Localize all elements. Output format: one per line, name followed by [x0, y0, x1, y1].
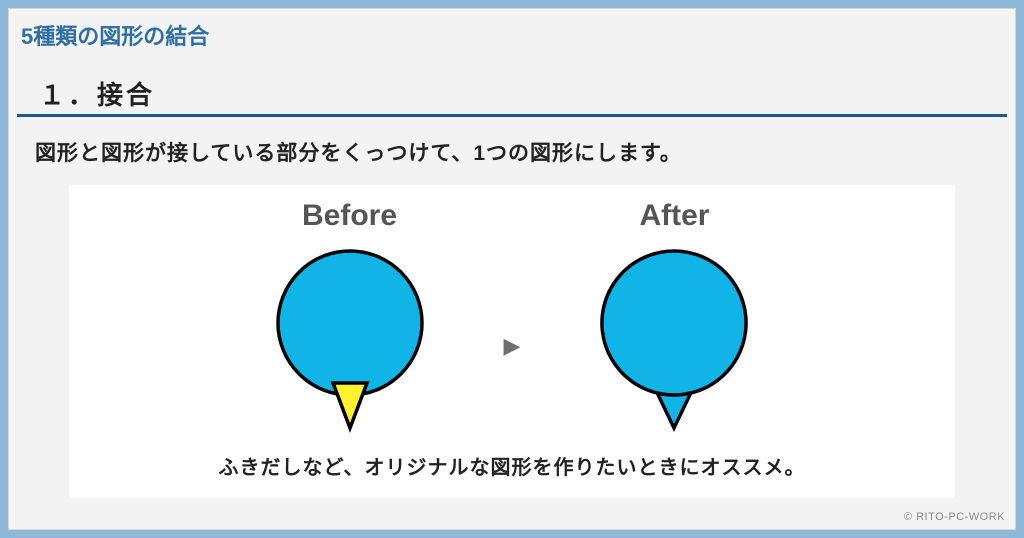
- section-number: １．: [39, 80, 97, 110]
- section-description: 図形と図形が接している部分をくっつけて、1つの図形にします。: [9, 117, 1015, 167]
- example-caption: ふきだしなど、オリジナルな図形を作りたいときにオススメ。: [89, 451, 935, 480]
- section-heading: １．接合: [17, 75, 1007, 112]
- after-column: After: [544, 199, 804, 443]
- page-title: 5種類の図形の結合: [9, 9, 1015, 57]
- section-heading-row: １．接合: [17, 75, 1007, 117]
- before-label: Before: [302, 199, 397, 233]
- before-shape-icon: [260, 243, 440, 443]
- before-column: Before: [220, 199, 480, 443]
- example-card: Before ▶ After ふきだしなど、オリジナルな図形を作りたいときにオス…: [69, 185, 955, 498]
- arrow-icon: ▶: [504, 333, 521, 359]
- example-row: Before ▶ After: [89, 199, 935, 443]
- section-title: 接合: [97, 80, 155, 110]
- after-shape-icon: [584, 243, 764, 443]
- after-label: After: [639, 199, 709, 233]
- copyright-text: © RITO-PC-WORK: [904, 511, 1005, 523]
- page-container: 5種類の図形の結合 １．接合 図形と図形が接している部分をくっつけて、1つの図形…: [8, 8, 1016, 530]
